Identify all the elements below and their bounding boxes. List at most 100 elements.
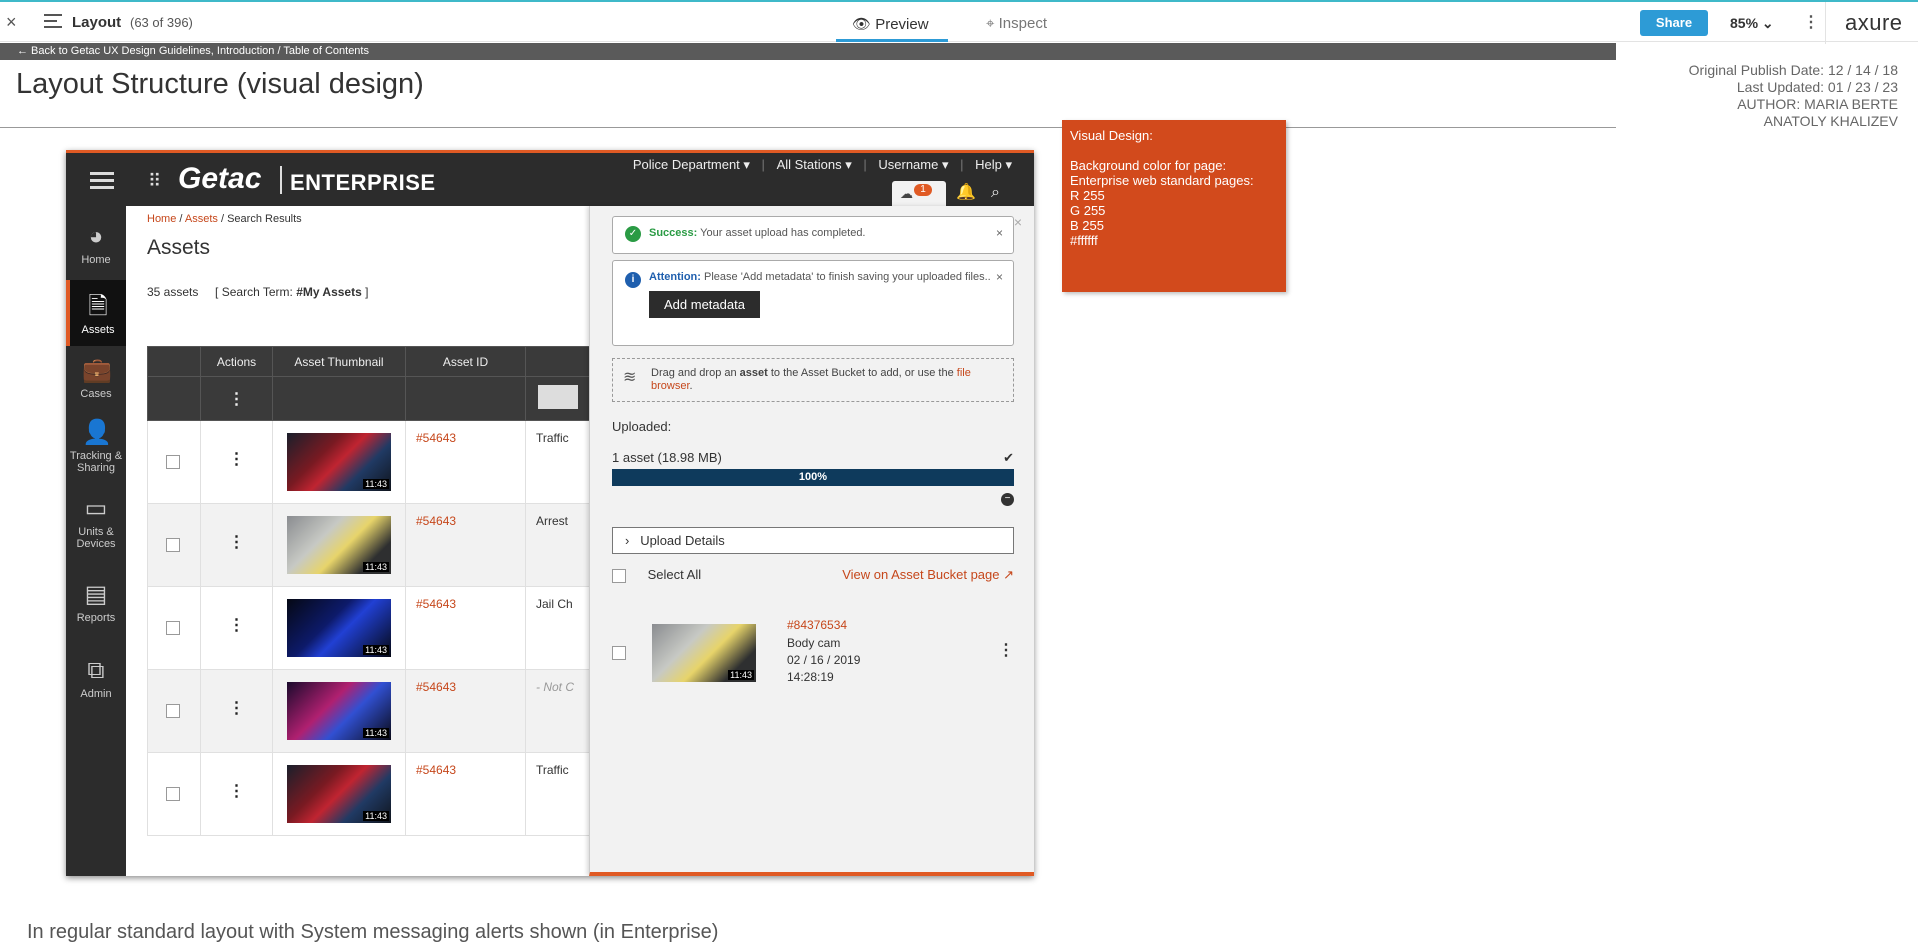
sidebar-item-home[interactable]: ◕ Home [66, 224, 126, 267]
asset-id-link[interactable]: #54643 [406, 753, 525, 777]
drop-zone[interactable]: ≋ Drag and drop an asset to the Asset Bu… [612, 358, 1014, 402]
kebab-icon[interactable]: ⋮ [201, 389, 272, 409]
page-title: Layout Structure (visual design) [16, 68, 424, 100]
drop-text-end: . [689, 380, 693, 392]
add-metadata-button[interactable]: Add metadata [649, 291, 760, 318]
upload-item-id[interactable]: #84376534 [787, 618, 847, 632]
row-checkbox[interactable] [166, 787, 180, 801]
info-icon: i [625, 272, 641, 288]
asset-count: 35 assets [147, 285, 199, 299]
filter-cell [405, 376, 526, 421]
table-row[interactable]: ⋮ 11:43 #54643 Traffic [147, 420, 597, 504]
tab-preview[interactable]: 👁 Preview [852, 15, 929, 33]
column-header: Asset Thumbnail [272, 346, 406, 377]
publish-date: Original Publish Date: 12 / 14 / 18 [1688, 62, 1898, 78]
select-all[interactable]: Select All [612, 567, 701, 583]
table-row[interactable]: ⋮ 11:43 #54643 Arrest [147, 503, 597, 587]
sidebar-item-tracking[interactable]: 👤 Tracking & Sharing [66, 420, 126, 475]
view-asset-bucket-link[interactable]: View on Asset Bucket page ↗ [842, 567, 1014, 583]
sidebar-item-units[interactable]: ▭ Units & Devices [66, 496, 126, 551]
top-nav: Police Department ▾ | All Stations ▾ | U… [625, 157, 1012, 173]
asset-id-link[interactable]: #54643 [406, 670, 525, 694]
active-tab-indicator [836, 39, 948, 42]
sidebar-item-label: Tracking & Sharing [69, 450, 123, 474]
zoom-select[interactable]: 85% ⌄ [1730, 15, 1774, 32]
sidebar-item-assets[interactable]: 🗎 Assets [66, 280, 126, 346]
remove-icon[interactable]: − [1001, 493, 1014, 506]
hamburger-icon[interactable] [90, 172, 114, 193]
more-options-icon[interactable]: ⋮ [1803, 12, 1819, 32]
close-icon[interactable]: × [996, 226, 1003, 240]
table-row[interactable]: ⋮ 11:43 #54643 - Not C [147, 669, 597, 753]
search-term-suffix: ] [361, 285, 369, 299]
asset-thumbnail[interactable]: 11:43 [287, 599, 391, 657]
drop-text: Drag and drop an [651, 367, 740, 379]
breadcrumb-home[interactable]: Home [147, 213, 176, 225]
upload-item-info: Body cam 02 / 16 / 2019 14:28:19 [787, 635, 860, 686]
sidebar-item-label: Cases [80, 388, 112, 400]
briefcase-icon: 💼 [82, 357, 112, 384]
asset-bucket-panel: × ✓ Success: Your asset upload has compl… [589, 206, 1034, 876]
kebab-icon[interactable]: ⋮ [201, 587, 272, 635]
sidebar-item-cases[interactable]: 💼 Cases [66, 357, 126, 401]
kebab-icon[interactable]: ⋮ [201, 504, 272, 552]
row-checkbox[interactable] [166, 455, 180, 469]
help-menu[interactable]: Help ▾ [975, 157, 1012, 172]
filter-input[interactable] [538, 385, 578, 409]
row-checkbox[interactable] [166, 538, 180, 552]
search-icon[interactable]: ⌕ [991, 184, 1000, 202]
page-count: (63 of 396) [130, 15, 193, 30]
upload-item-thumbnail[interactable]: 11:43 [652, 624, 756, 682]
kebab-icon[interactable]: ⋮ [201, 421, 272, 469]
table-row[interactable]: ⋮ 11:43 #54643 Traffic [147, 752, 597, 836]
axure-logo: axure [1845, 10, 1903, 35]
back-link[interactable]: ← Back to Getac UX Design Guidelines, In… [0, 43, 1616, 60]
upload-details-label: Upload Details [640, 533, 725, 548]
assets-heading: Assets [147, 236, 211, 259]
kebab-icon[interactable]: ⋮ [998, 640, 1014, 660]
asset-id-link[interactable]: #54643 [406, 421, 525, 445]
page-name: Layout [72, 14, 122, 31]
select-all-checkbox[interactable] [612, 568, 626, 583]
asset-thumbnail[interactable]: 11:43 [287, 765, 391, 823]
tab-inspect[interactable]: ⌖ Inspect [986, 15, 1047, 32]
bell-icon[interactable]: 🔔 [956, 182, 976, 202]
share-button[interactable]: Share [1640, 10, 1708, 36]
apps-grid-icon[interactable]: ⠿ [148, 171, 161, 192]
upload-badge: 1 [914, 184, 932, 196]
item-checkbox[interactable] [612, 646, 626, 660]
department-menu[interactable]: Police Department ▾ [633, 157, 750, 172]
page-meta: Original Publish Date: 12 / 14 / 18 Last… [1689, 62, 1898, 130]
asset-id-link[interactable]: #54643 [406, 587, 525, 611]
upload-details-toggle[interactable]: › Upload Details [612, 527, 1014, 554]
sidebar-item-label: Assets [81, 324, 115, 336]
filter-cell [272, 376, 406, 421]
asset-thumbnail[interactable]: 11:43 [287, 516, 391, 574]
username-menu[interactable]: Username ▾ [878, 157, 948, 172]
author: AUTHOR: MARIA BERTE [1737, 96, 1898, 112]
column-header-select [147, 346, 201, 377]
sidebar-item-reports[interactable]: ▤ Reports [66, 582, 126, 625]
row-checkbox[interactable] [166, 704, 180, 718]
sidebar-item-admin[interactable]: ⧉ Admin [66, 658, 126, 701]
asset-thumbnail[interactable]: 11:43 [287, 433, 391, 491]
kebab-icon[interactable]: ⋮ [201, 753, 272, 801]
assets-count-line: 35 assets [ Search Term: #My Assets ] [147, 285, 368, 299]
close-icon[interactable]: × [996, 270, 1003, 284]
upload-cloud-icon: ☁ [900, 186, 913, 201]
asset-thumbnail[interactable]: 11:43 [287, 682, 391, 740]
menu-icon[interactable] [44, 14, 62, 32]
kebab-icon[interactable]: ⋮ [201, 670, 272, 718]
upload-progress-bar: 100% [612, 469, 1014, 486]
breadcrumb-assets[interactable]: Assets [185, 213, 218, 225]
filter-cell [147, 376, 201, 421]
chevron-right-icon: › [625, 533, 630, 548]
stations-menu[interactable]: All Stations ▾ [777, 157, 852, 172]
close-icon[interactable]: × [6, 12, 17, 33]
search-term: #My Assets [296, 285, 362, 299]
row-checkbox[interactable] [166, 621, 180, 635]
panel-close-icon[interactable]: × [1014, 214, 1022, 230]
table-row[interactable]: ⋮ 11:43 #54643 Jail Ch [147, 586, 597, 670]
asset-id-link[interactable]: #54643 [406, 504, 525, 528]
eye-icon: 👁 [852, 16, 872, 33]
